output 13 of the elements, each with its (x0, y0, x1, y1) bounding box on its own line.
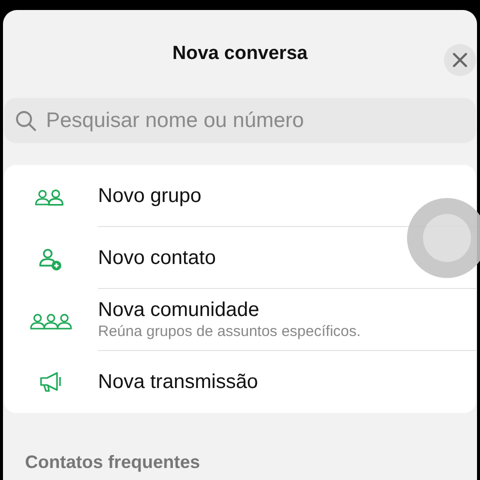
close-button[interactable] (444, 44, 476, 76)
section-heading: Contatos frequentes (25, 452, 200, 472)
menu-item-label[interactable]: Nova transmissão (98, 370, 258, 394)
search-field[interactable]: Pesquisar nome ou número (46, 104, 466, 136)
menu-item-label[interactable]: Novo grupo (98, 184, 202, 208)
menu-item-label[interactable]: Nova comunidade (98, 298, 260, 322)
sheet-title: Nova conversa (172, 42, 308, 66)
search-bar[interactable]: Pesquisar nome ou número (4, 98, 476, 143)
close-icon (452, 52, 468, 68)
search-icon (14, 108, 38, 132)
menu-item-label[interactable]: Novo contato (98, 246, 216, 270)
megaphone-icon (38, 370, 64, 394)
menu-item-subtitle: Reúna grupos de assuntos específicos. (98, 322, 361, 342)
